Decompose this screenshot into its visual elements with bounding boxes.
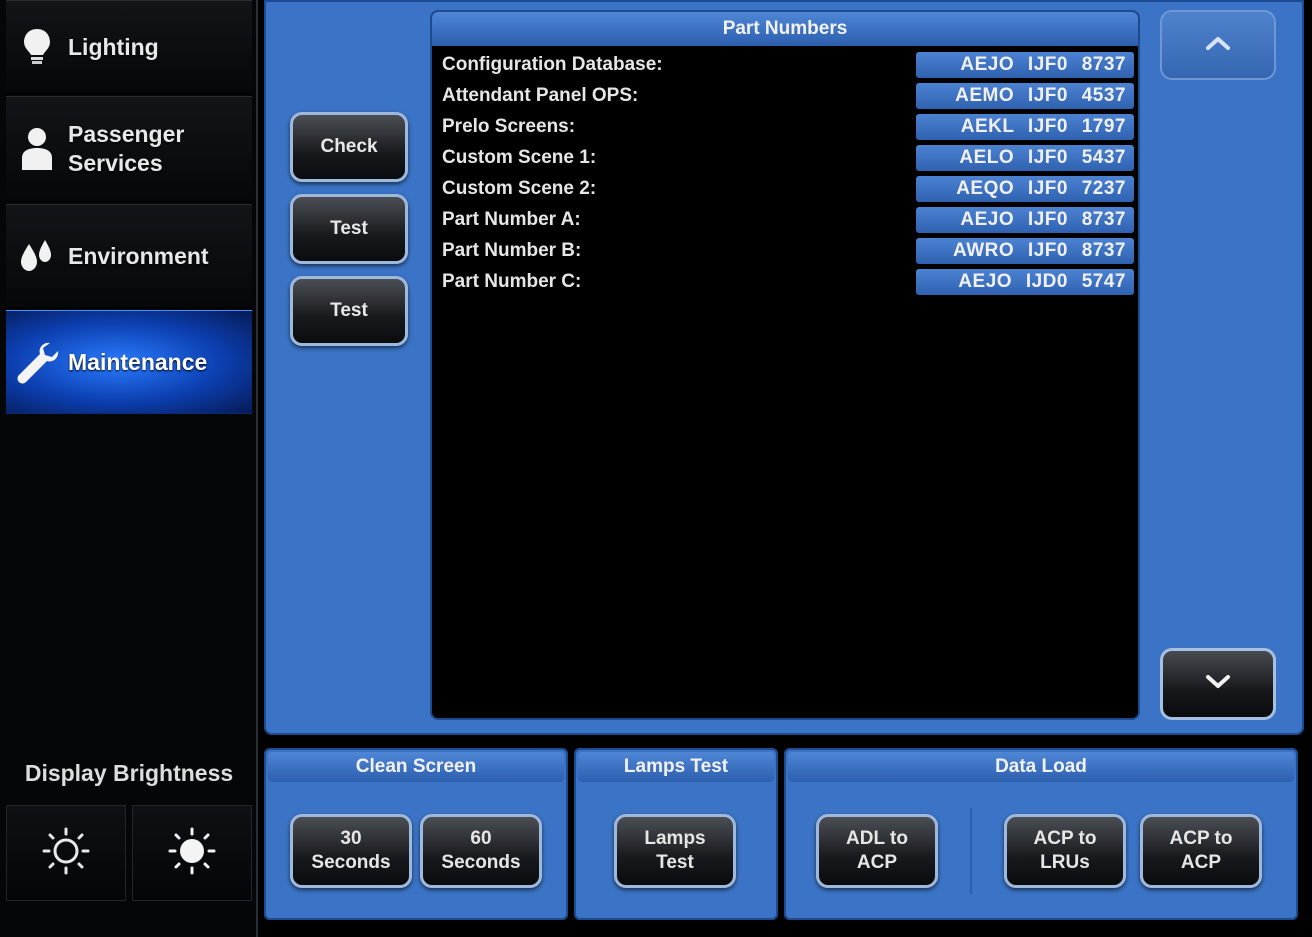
clean-screen-group: Clean Screen 30 Seconds 60 Seconds xyxy=(264,748,568,920)
list-item: Part Number C: AEJO IJD0 5747 xyxy=(432,269,1138,297)
part-numbers-title: Part Numbers xyxy=(432,12,1138,46)
test-button-2[interactable]: Test xyxy=(290,276,408,346)
lamps-test-title: Lamps Test xyxy=(578,752,774,782)
sidebar-item-label: Maintenance xyxy=(68,348,208,375)
chevron-up-icon xyxy=(1205,35,1231,56)
acp-to-lrus-button[interactable]: ACP to LRUs xyxy=(1004,814,1126,888)
sidebar-item-label: Environment xyxy=(68,242,209,269)
brightness-down-button[interactable] xyxy=(6,805,126,901)
sidebar-item-label: Lighting xyxy=(68,33,159,60)
part-value: AEKL IJF0 1797 xyxy=(916,114,1134,140)
divider xyxy=(970,808,972,894)
lamps-test-button[interactable]: Lamps Test xyxy=(614,814,736,888)
scroll-down-button[interactable] xyxy=(1160,648,1276,720)
sidebar-item-label: Passenger Services xyxy=(68,121,185,176)
part-value: AEJO IJF0 8737 xyxy=(916,52,1134,78)
lightbulb-icon xyxy=(6,27,68,67)
sun-bright-icon xyxy=(167,826,217,881)
scroll-up-button[interactable] xyxy=(1160,10,1276,80)
part-label: Part Number A: xyxy=(442,209,581,230)
test-button-1[interactable]: Test xyxy=(290,194,408,264)
part-label: Prelo Screens: xyxy=(442,116,576,137)
list-item: Part Number B: AWRO IJF0 8737 xyxy=(432,238,1138,266)
sidebar-item-maintenance[interactable]: Maintenance xyxy=(6,310,252,414)
sidebar-item-passenger-services[interactable]: Passenger Services xyxy=(6,96,252,202)
part-value: AEMO IJF0 4537 xyxy=(916,83,1134,109)
list-item: Configuration Database: AEJO IJF0 8737 xyxy=(432,52,1138,80)
list-item: Attendant Panel OPS: AEMO IJF0 4537 xyxy=(432,83,1138,111)
part-label: Attendant Panel OPS: xyxy=(442,85,639,106)
clean-screen-title: Clean Screen xyxy=(268,752,564,782)
part-label: Part Number C: xyxy=(442,271,582,292)
part-value: AWRO IJF0 8737 xyxy=(916,238,1134,264)
sidebar-item-lighting[interactable]: Lighting xyxy=(6,0,252,94)
adl-to-acp-button[interactable]: ADL to ACP xyxy=(816,814,938,888)
data-load-title: Data Load xyxy=(788,752,1294,782)
acp-to-acp-button[interactable]: ACP to ACP xyxy=(1140,814,1262,888)
list-item: Custom Scene 2: AEQO IJF0 7237 xyxy=(432,176,1138,204)
list-item: Part Number A: AEJO IJF0 8737 xyxy=(432,207,1138,235)
chevron-down-icon xyxy=(1205,674,1231,695)
sidebar-item-environment[interactable]: Environment xyxy=(6,204,252,308)
wrench-icon xyxy=(6,339,68,385)
list-item: Prelo Screens: AEKL IJF0 1797 xyxy=(432,114,1138,142)
sidebar: Lighting Passenger Services Environment … xyxy=(0,0,258,937)
lamps-test-group: Lamps Test Lamps Test xyxy=(574,748,778,920)
brightness-up-button[interactable] xyxy=(132,805,252,901)
person-icon xyxy=(6,126,68,172)
part-value: AEJO IJF0 8737 xyxy=(916,207,1134,233)
part-label: Part Number B: xyxy=(442,240,582,261)
sun-dim-icon xyxy=(41,826,91,881)
part-label: Custom Scene 2: xyxy=(442,178,597,199)
part-numbers-list: Part Numbers Configuration Database: AEJ… xyxy=(432,12,1138,718)
clean-30-seconds-button[interactable]: 30 Seconds xyxy=(290,814,412,888)
droplets-icon xyxy=(6,238,68,274)
part-value: AEJO IJD0 5747 xyxy=(916,269,1134,295)
clean-60-seconds-button[interactable]: 60 Seconds xyxy=(420,814,542,888)
part-label: Configuration Database: xyxy=(442,54,663,75)
list-item: Custom Scene 1: AELO IJF0 5437 xyxy=(432,145,1138,173)
data-load-group: Data Load ADL to ACP ACP to LRUs ACP to … xyxy=(784,748,1298,920)
part-value: AEQO IJF0 7237 xyxy=(916,176,1134,202)
display-brightness-label: Display Brightness xyxy=(24,760,234,786)
check-button[interactable]: Check xyxy=(290,112,408,182)
part-value: AELO IJF0 5437 xyxy=(916,145,1134,171)
part-label: Custom Scene 1: xyxy=(442,147,597,168)
